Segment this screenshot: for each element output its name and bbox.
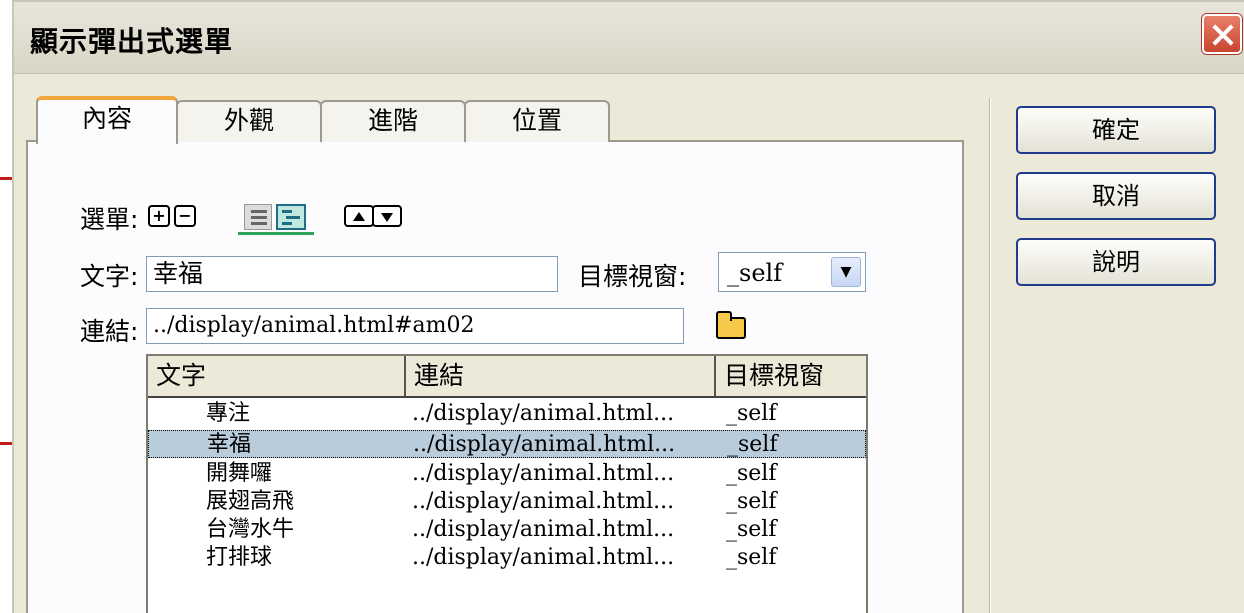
text-label: 文字: [80, 262, 139, 291]
add-item-button[interactable]: + [148, 205, 170, 227]
list-item-text: 幸福 [207, 432, 252, 457]
move-up-button[interactable] [344, 205, 374, 227]
list-item-text: 專注 [206, 401, 251, 426]
list-item-link: ../display/animal.html... [412, 461, 675, 486]
list-item-target: _self [727, 432, 778, 457]
dialog-title: 顯示彈出式選單 [30, 25, 234, 58]
list-item-text: 開舞囉 [206, 461, 273, 486]
target-select[interactable]: _self ▼ [718, 252, 866, 292]
outdent-icon[interactable] [244, 204, 272, 230]
list-item[interactable]: 展翅高飛 ../display/animal.html... _self [148, 488, 866, 516]
list-item-target: _self [726, 545, 777, 570]
list-item[interactable]: 打排球 ../display/animal.html... _self [148, 544, 866, 572]
list-item-target: _self [726, 461, 777, 486]
indent-icon[interactable] [276, 204, 306, 230]
text-input[interactable]: 幸福 [146, 256, 558, 292]
column-header-link[interactable]: 連結 [406, 356, 716, 396]
link-input[interactable]: ../display/animal.html#am02 [146, 308, 684, 344]
menu-label: 選單: [80, 205, 139, 234]
list-item-text: 展翅高飛 [206, 489, 295, 514]
move-down-button[interactable] [372, 205, 402, 227]
tab-content[interactable]: 內容 [36, 96, 178, 144]
chevron-down-icon[interactable]: ▼ [831, 257, 861, 287]
list-item-text: 打排球 [206, 545, 273, 570]
list-item[interactable]: 開舞囉 ../display/animal.html... _self [148, 460, 866, 488]
target-select-value: _self [727, 259, 783, 287]
vertical-divider [989, 98, 991, 613]
tab-position[interactable]: 位置 [464, 100, 610, 142]
column-header-target[interactable]: 目標視窗 [716, 356, 866, 396]
indent-toolbar-underline [238, 232, 314, 235]
list-header: 文字 連結 目標視窗 [148, 356, 866, 398]
list-item-text: 台灣水牛 [206, 517, 295, 542]
up-arrow-icon [353, 212, 365, 221]
menu-items-list[interactable]: 文字 連結 目標視窗 專注 ../display/animal.html... … [146, 354, 868, 613]
list-item-target: _self [726, 517, 777, 542]
list-item-target: _self [726, 401, 777, 426]
list-item[interactable]: 台灣水牛 ../display/animal.html... _self [148, 516, 866, 544]
list-item-link: ../display/animal.html... [412, 401, 675, 426]
title-bar: 顯示彈出式選單 [14, 2, 1244, 74]
down-arrow-icon [381, 213, 393, 222]
list-item-link: ../display/animal.html... [412, 517, 675, 542]
list-item-selected[interactable]: 幸福 ../display/animal.html... _self [148, 430, 866, 458]
list-item-link: ../display/animal.html... [412, 545, 675, 570]
list-item-target: _self [726, 489, 777, 514]
tab-advanced[interactable]: 進階 [320, 100, 466, 142]
close-icon[interactable] [1202, 14, 1242, 54]
remove-item-button[interactable]: − [174, 205, 196, 227]
target-label: 目標視窗: [578, 262, 687, 291]
column-header-text[interactable]: 文字 [148, 356, 406, 396]
ok-button[interactable]: 確定 [1016, 106, 1216, 154]
cancel-button[interactable]: 取消 [1016, 172, 1216, 220]
help-button[interactable]: 說明 [1016, 238, 1216, 286]
list-item-link: ../display/animal.html... [413, 432, 676, 457]
list-item-link: ../display/animal.html... [412, 489, 675, 514]
tab-appearance[interactable]: 外觀 [176, 100, 322, 142]
link-label: 連結: [80, 317, 139, 346]
list-item[interactable]: 專注 ../display/animal.html... _self [148, 400, 866, 428]
folder-icon[interactable] [716, 311, 746, 339]
